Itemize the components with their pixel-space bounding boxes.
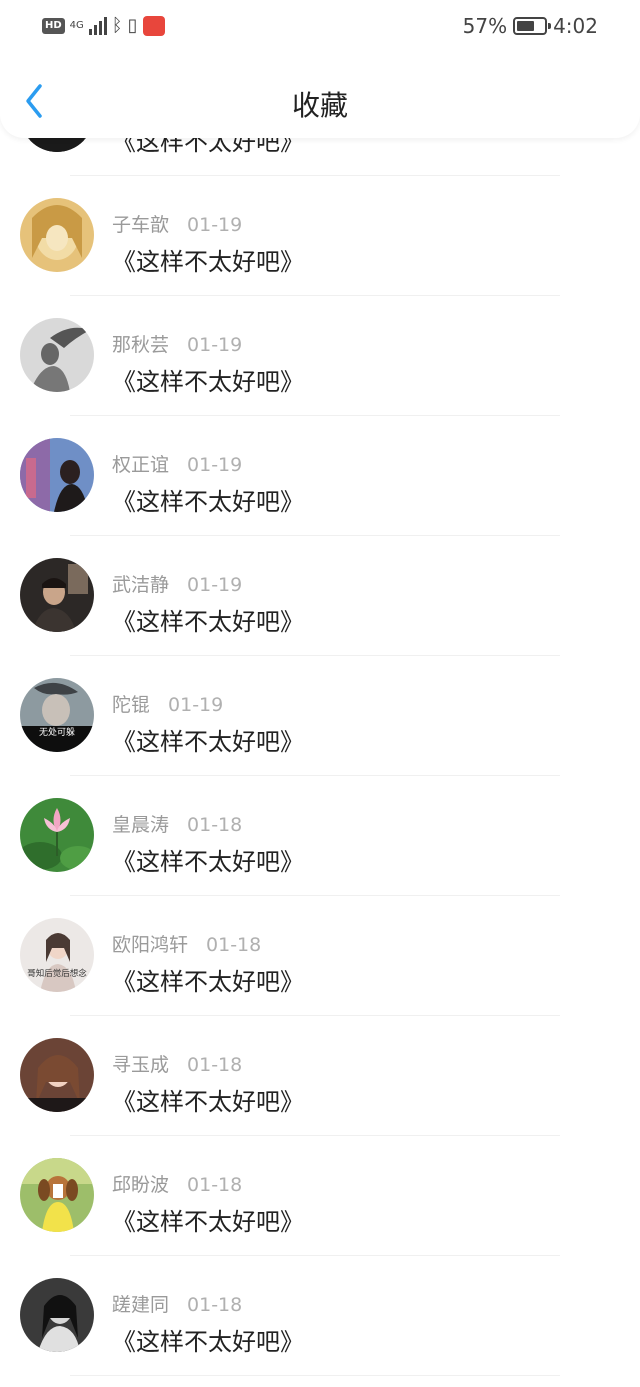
item-title: 《这样不太好吧》 xyxy=(112,1088,304,1116)
list-item[interactable]: 无处可躲 陀锟 01-19 《这样不太好吧》 xyxy=(0,656,640,776)
network-type: 4G xyxy=(69,20,84,31)
divider xyxy=(70,1375,560,1376)
bluetooth-icon: ᛒ xyxy=(111,15,123,36)
item-date: 01-18 xyxy=(187,814,243,836)
header: HD 4G ᛒ ▯ 57% 4:02 收藏 xyxy=(0,0,640,138)
item-date: 01-19 xyxy=(187,574,243,596)
battery-percent: 57% xyxy=(462,14,508,38)
clock: 4:02 xyxy=(553,14,598,38)
item-date: 01-19 xyxy=(187,454,243,476)
item-date: 01-18 xyxy=(187,1294,243,1316)
item-author: 那秋芸 xyxy=(112,334,170,356)
signal-icon xyxy=(88,17,107,35)
item-date: 01-19 xyxy=(187,334,243,356)
item-date: 01-18 xyxy=(206,934,262,956)
avatar xyxy=(20,1278,94,1352)
item-meta: 邱盼波 01-18 xyxy=(112,1170,242,1197)
list-item[interactable]: 邱盼波 01-18 《这样不太好吧》 xyxy=(0,1136,640,1256)
list-item[interactable]: 那秋芸 01-19 《这样不太好吧》 xyxy=(0,296,640,416)
favorites-page: 《这样不太好吧》 子车歆 01-19 《这样不太好吧》 那秋芸 01-19 《这样不… xyxy=(0,0,640,1387)
item-meta: 陀锟 01-19 xyxy=(112,690,223,717)
item-author: 蹉建同 xyxy=(112,1294,170,1316)
item-meta: 武洁静 01-19 xyxy=(112,570,242,597)
page-title: 收藏 xyxy=(291,89,348,122)
item-author: 陀锟 xyxy=(112,694,151,716)
hd-badge: HD xyxy=(42,18,65,34)
avatar-caption: 无处可躲 xyxy=(39,726,75,738)
list-item[interactable]: 皇晨涛 01-18 《这样不太好吧》 xyxy=(0,776,640,896)
item-title: 《这样不太好吧》 xyxy=(112,848,304,876)
item-title: 《这样不太好吧》 xyxy=(112,488,304,516)
battery-icon xyxy=(513,17,552,35)
item-author: 武洁静 xyxy=(112,574,170,596)
item-author: 权正谊 xyxy=(112,454,170,476)
item-title: 《这样不太好吧》 xyxy=(112,1208,304,1236)
item-author: 子车歆 xyxy=(112,214,170,236)
item-meta: 寻玉成 01-18 xyxy=(112,1050,242,1077)
item-date: 01-18 xyxy=(187,1174,243,1196)
item-author: 邱盼波 xyxy=(112,1174,170,1196)
item-author: 寻玉成 xyxy=(112,1054,170,1076)
list-item[interactable]: 武洁静 01-19 《这样不太好吧》 xyxy=(0,536,640,656)
list-item[interactable]: 子车歆 01-19 《这样不太好吧》 xyxy=(0,176,640,296)
avatar xyxy=(20,318,94,392)
item-date: 01-18 xyxy=(187,1054,243,1076)
status-left: HD 4G ᛒ ▯ xyxy=(42,16,165,36)
item-meta: 皇晨涛 01-18 xyxy=(112,810,242,837)
item-title: 《这样不太好吧》 xyxy=(112,1328,304,1356)
item-meta: 权正谊 01-19 xyxy=(112,450,242,477)
item-author: 欧阳鸿轩 xyxy=(112,934,189,956)
app-notification-icon xyxy=(142,16,165,36)
item-title: 《这样不太好吧》 xyxy=(112,368,304,396)
item-title: 《这样不太好吧》 xyxy=(112,728,304,756)
status-bar: HD 4G ᛒ ▯ 57% 4:02 xyxy=(0,0,640,56)
avatar xyxy=(20,798,94,872)
item-title: 《这样不太好吧》 xyxy=(112,248,304,276)
item-date: 01-19 xyxy=(187,214,243,236)
list-item[interactable]: 寻玉成 01-18 《这样不太好吧》 xyxy=(0,1016,640,1136)
list-item[interactable]: 权正谊 01-19 《这样不太好吧》 xyxy=(0,416,640,536)
avatar xyxy=(20,1158,94,1232)
item-meta: 子车歆 01-19 xyxy=(112,210,242,237)
list-item[interactable]: 蹉建同 01-18 《这样不太好吧》 xyxy=(0,1256,640,1376)
avatar xyxy=(20,558,94,632)
list-item[interactable]: 哥知后觉后想念 欧阳鸿轩 01-18 《这样不太好吧》 xyxy=(0,896,640,1016)
avatar xyxy=(20,198,94,272)
item-title: 《这样不太好吧》 xyxy=(112,968,304,996)
avatar: 无处可躲 xyxy=(20,678,94,752)
item-meta: 那秋芸 01-19 xyxy=(112,330,242,357)
avatar xyxy=(20,1038,94,1112)
item-title: 《这样不太好吧》 xyxy=(112,608,304,636)
status-right: 57% 4:02 xyxy=(463,14,598,38)
vibrate-icon: ▯ xyxy=(127,15,138,36)
item-date: 01-19 xyxy=(168,694,224,716)
avatar: 哥知后觉后想念 xyxy=(20,918,94,992)
avatar-caption: 哥知后觉后想念 xyxy=(27,968,87,979)
item-meta: 欧阳鸿轩 01-18 xyxy=(112,930,261,957)
item-author: 皇晨涛 xyxy=(112,814,170,836)
item-meta: 蹉建同 01-18 xyxy=(112,1290,242,1317)
avatar xyxy=(20,438,94,512)
